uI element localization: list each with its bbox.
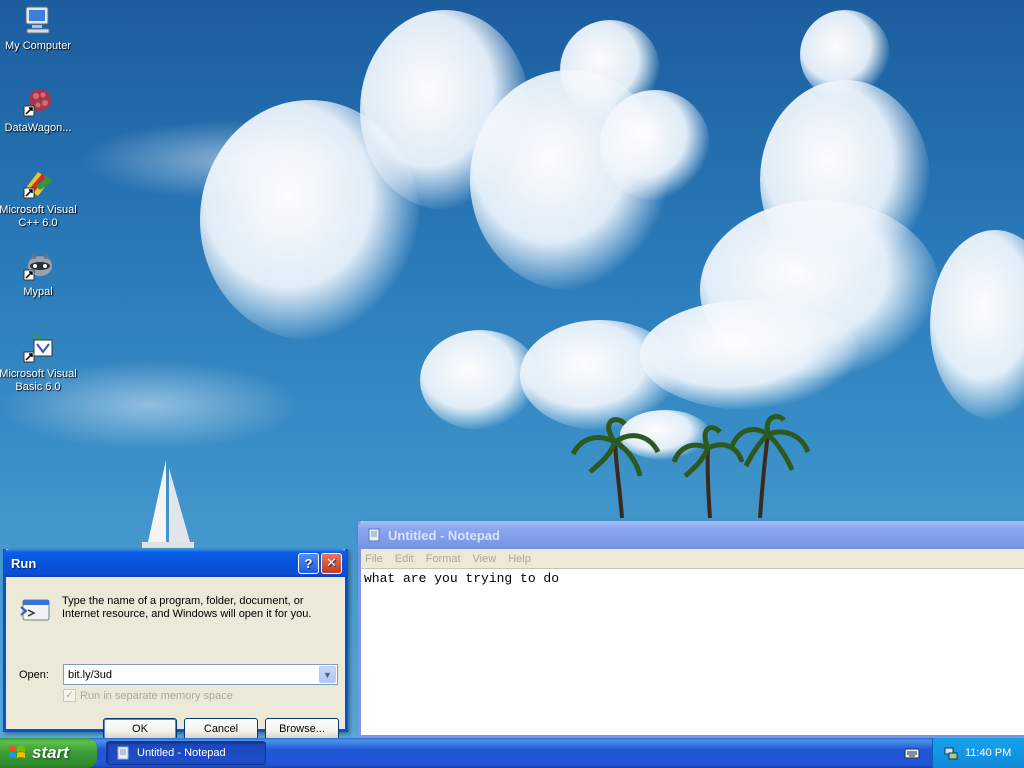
desktop-icon-label: DataWagon...: [4, 122, 72, 134]
clock[interactable]: 11:40 PM: [965, 747, 1011, 759]
notepad-text-area[interactable]: what are you trying to do: [361, 568, 1024, 735]
notepad-titlebar[interactable]: Untitled - Notepad: [358, 521, 1024, 549]
menu-help[interactable]: Help: [508, 553, 531, 565]
taskbar-item-label: Untitled - Notepad: [137, 747, 226, 759]
close-icon: ✕: [326, 555, 337, 570]
palm-trees-icon: [570, 414, 811, 519]
menu-file[interactable]: File: [365, 553, 383, 565]
run-description: Type the name of a program, folder, docu…: [62, 595, 312, 620]
start-label: start: [32, 743, 69, 762]
wallpaper-cloud: [600, 90, 710, 200]
visual-basic-icon: [23, 334, 53, 363]
notepad-icon: [368, 528, 380, 542]
mypal-icon: [23, 252, 52, 281]
help-button[interactable]: ?: [298, 552, 319, 574]
open-label: Open:: [19, 669, 49, 681]
system-tray: 11:40 PM: [932, 738, 1024, 768]
desktop-icon-visual-cpp[interactable]: Microsoft Visual C++ 6.0: [0, 168, 78, 230]
desktop-icon-datawagon[interactable]: DataWagon...: [0, 86, 78, 135]
sailboat-icon: [142, 460, 194, 548]
start-button[interactable]: start: [0, 738, 97, 768]
my-computer-icon: [25, 6, 50, 34]
taskbar-item-notepad[interactable]: Untitled - Notepad: [106, 741, 266, 765]
menu-view[interactable]: View: [473, 553, 497, 565]
chevron-down-icon[interactable]: ▼: [319, 666, 336, 683]
keyboard-icon[interactable]: [904, 746, 920, 760]
open-input[interactable]: [64, 665, 319, 684]
notepad-icon: [117, 746, 129, 760]
notepad-menubar: File Edit Format View Help: [361, 549, 1024, 568]
notepad-title: Untitled - Notepad: [388, 527, 500, 543]
windows-flag-icon: [9, 746, 25, 758]
wallpaper-cloud: [760, 80, 930, 280]
browse-button-label: Browse...: [279, 723, 325, 735]
menu-edit[interactable]: Edit: [395, 553, 414, 565]
cancel-button-label: Cancel: [203, 723, 239, 735]
cancel-button[interactable]: Cancel: [184, 718, 258, 738]
desktop: My Computer DataWagon... Microsoft Visua…: [0, 0, 1024, 738]
desktop-icon-my-computer[interactable]: My Computer: [0, 4, 78, 53]
run-title: Run: [11, 555, 37, 571]
run-dialog: Run ? ✕ Type the name of a program, fold…: [3, 549, 348, 738]
open-combobox[interactable]: ▼: [63, 664, 338, 685]
ok-button[interactable]: OK: [103, 718, 177, 738]
desktop-icon-label: Microsoft Visual Basic 6.0: [0, 368, 77, 393]
wallpaper-cloud: [800, 10, 890, 100]
datawagon-icon: [23, 89, 51, 117]
ok-button-label: OK: [132, 723, 148, 735]
close-button[interactable]: ✕: [321, 552, 342, 574]
browse-button[interactable]: Browse...: [265, 718, 339, 738]
menu-format[interactable]: Format: [426, 553, 461, 565]
separate-memory-option: ✓ Run in separate memory space: [63, 689, 233, 702]
separate-memory-checkbox: ✓: [63, 689, 76, 702]
separate-memory-label: Run in separate memory space: [80, 689, 233, 702]
desktop-icon-label: My Computer: [4, 40, 72, 52]
help-icon: ?: [304, 555, 313, 571]
notepad-window: Untitled - Notepad File Edit Format View…: [358, 521, 1024, 738]
desktop-icon-label: Microsoft Visual C++ 6.0: [0, 204, 77, 229]
wallpaper-cloud: [930, 230, 1024, 420]
run-titlebar[interactable]: Run ? ✕: [3, 549, 348, 577]
desktop-icon-label: Mypal: [23, 286, 53, 298]
run-dialog-body: Type the name of a program, folder, docu…: [6, 577, 345, 738]
desktop-icon-mypal[interactable]: Mypal: [0, 250, 78, 299]
taskbar: start Untitled - Notepad 11:40 PM: [0, 738, 1024, 768]
network-icon[interactable]: [943, 745, 959, 761]
run-program-icon: [20, 599, 50, 621]
visual-cpp-icon: [23, 172, 52, 199]
desktop-icon-visual-basic[interactable]: Microsoft Visual Basic 6.0: [0, 332, 78, 394]
